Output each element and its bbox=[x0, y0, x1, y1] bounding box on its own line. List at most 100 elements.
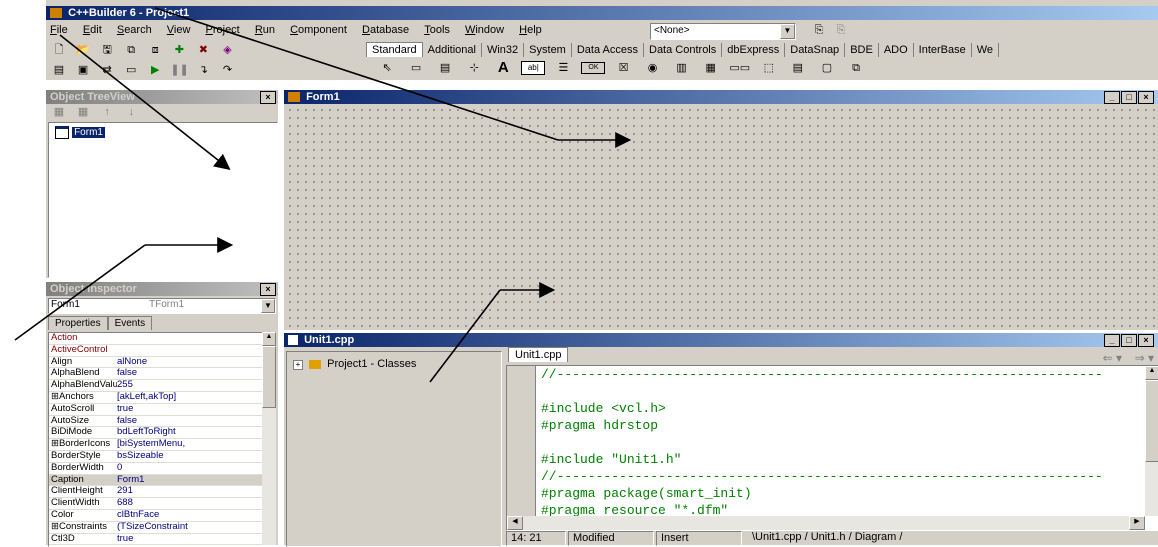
inspector-combo-dropdown-icon[interactable]: ▼ bbox=[261, 299, 275, 313]
property-value[interactable]: true bbox=[117, 534, 217, 545]
radiogroup-icon[interactable]: ▤ bbox=[787, 59, 809, 77]
property-value[interactable]: alNone bbox=[117, 357, 217, 368]
palette-tab-dbexpress[interactable]: dbExpress bbox=[722, 43, 786, 57]
help-icon[interactable]: ◈ bbox=[218, 42, 236, 58]
code-scroll-up-icon[interactable]: ▲ bbox=[1145, 366, 1158, 380]
groupbox-icon[interactable]: ⬚ bbox=[758, 59, 780, 77]
popupmenu-icon[interactable]: ▤ bbox=[434, 59, 456, 77]
property-row[interactable]: AutoSize false bbox=[49, 416, 263, 428]
tree-item-form1[interactable]: Form1 bbox=[55, 126, 277, 139]
palette-tab-additional[interactable]: Additional bbox=[423, 43, 482, 57]
property-row[interactable]: ⊞Constraints (TSizeConstraint bbox=[49, 522, 263, 534]
code-scroll-left-icon[interactable]: ◀ bbox=[507, 516, 523, 530]
property-row[interactable]: AlphaBlend false bbox=[49, 368, 263, 381]
new-icon[interactable]: 🗋 bbox=[50, 42, 68, 58]
property-row[interactable]: Action bbox=[49, 333, 263, 345]
pause-icon[interactable]: ❚❚ bbox=[170, 62, 188, 78]
view-unit-icon[interactable]: ▤ bbox=[50, 62, 68, 78]
property-value[interactable]: [akLeft,akTop] bbox=[117, 392, 217, 403]
property-value[interactable]: Form1 bbox=[117, 475, 217, 486]
property-row[interactable]: ActiveControl bbox=[49, 345, 263, 357]
code-vscrollbar[interactable]: ▲ bbox=[1145, 366, 1158, 516]
property-row[interactable]: ⊞Anchors [akLeft,akTop] bbox=[49, 392, 263, 404]
property-row[interactable]: ⊞BorderIcons [biSystemMenu, bbox=[49, 439, 263, 451]
property-value[interactable]: 255 bbox=[117, 380, 217, 391]
palette-tab-data-access[interactable]: Data Access bbox=[572, 43, 644, 57]
pointer-arrow-icon[interactable]: ⇖ bbox=[376, 59, 398, 77]
button-icon[interactable]: OK bbox=[581, 62, 606, 74]
save-all-icon[interactable]: ⧉ bbox=[122, 42, 140, 58]
save-icon[interactable]: 🖫 bbox=[98, 42, 116, 58]
property-row[interactable]: ClientWidth 688 bbox=[49, 498, 263, 510]
palette-tab-ado[interactable]: ADO bbox=[879, 43, 914, 57]
property-row[interactable]: Color clBtnFace bbox=[49, 510, 263, 522]
palette-tab-standard[interactable]: Standard bbox=[366, 42, 423, 57]
combo-dropdown-icon[interactable]: ▼ bbox=[780, 24, 795, 39]
editor-tab-unit1[interactable]: Unit1.cpp bbox=[508, 347, 569, 362]
palette-tab-web[interactable]: We bbox=[972, 43, 1000, 57]
class-tree-item[interactable]: + Project1 - Classes bbox=[293, 358, 501, 370]
menu-project[interactable]: Project bbox=[206, 24, 240, 36]
property-value[interactable]: 291 bbox=[117, 486, 217, 497]
tab-events[interactable]: Events bbox=[107, 316, 153, 330]
minimize-icon[interactable]: _ bbox=[1104, 91, 1120, 104]
edit-icon[interactable]: ab| bbox=[521, 61, 546, 75]
property-value[interactable]: false bbox=[117, 416, 217, 427]
menu-component[interactable]: Component bbox=[290, 24, 347, 36]
panel-icon[interactable]: ▢ bbox=[816, 59, 838, 77]
code-scroll-thumb[interactable] bbox=[1145, 380, 1158, 462]
scroll-thumb[interactable] bbox=[262, 346, 276, 408]
property-value[interactable]: true bbox=[117, 404, 217, 415]
tab-properties[interactable]: Properties bbox=[48, 316, 108, 330]
property-value[interactable]: [biSystemMenu, bbox=[117, 439, 217, 450]
palette-tab-bde[interactable]: BDE bbox=[845, 43, 879, 57]
palette-tab-data-controls[interactable]: Data Controls bbox=[644, 43, 723, 57]
listbox-icon[interactable]: ▥ bbox=[671, 59, 693, 77]
menu-file[interactable]: File bbox=[50, 24, 68, 36]
sync-icon[interactable]: ⎘ bbox=[810, 22, 828, 38]
property-value[interactable]: bdLeftToRight bbox=[117, 427, 217, 438]
property-value[interactable]: clBtnFace bbox=[117, 510, 217, 521]
property-row[interactable]: Ctl3D true bbox=[49, 534, 263, 546]
new-form-icon[interactable]: ▭ bbox=[122, 62, 140, 78]
toggle-form-unit-icon[interactable]: ⇄ bbox=[98, 62, 116, 78]
editor-close-icon[interactable]: × bbox=[1138, 334, 1154, 347]
step-over-icon[interactable]: ↷ bbox=[218, 62, 236, 78]
scrollbar-icon[interactable]: ▭▭ bbox=[729, 59, 751, 77]
treeview-close-icon[interactable]: × bbox=[260, 91, 276, 104]
expand-icon[interactable]: + bbox=[293, 360, 303, 370]
menu-edit[interactable]: Edit bbox=[83, 24, 102, 36]
property-row[interactable]: BiDiMode bdLeftToRight bbox=[49, 427, 263, 440]
menu-tools[interactable]: Tools bbox=[424, 24, 450, 36]
memo-icon[interactable]: ☰ bbox=[552, 59, 574, 77]
palette-tab-interbase[interactable]: InterBase bbox=[914, 43, 972, 57]
view-form-icon[interactable]: ▣ bbox=[74, 62, 92, 78]
property-row[interactable]: Caption Form1 bbox=[49, 474, 263, 487]
open-project-icon[interactable]: ⧈ bbox=[146, 42, 164, 58]
open-icon[interactable]: 📂 bbox=[74, 42, 92, 58]
mainmenu-icon[interactable]: ▭ bbox=[405, 59, 427, 77]
property-row[interactable]: BorderWidth 0 bbox=[49, 463, 263, 475]
property-row[interactable]: Align alNone bbox=[49, 357, 263, 369]
palette-tab-datasnap[interactable]: DataSnap bbox=[785, 43, 846, 57]
radiobutton-icon[interactable]: ◉ bbox=[642, 59, 664, 77]
property-value[interactable]: false bbox=[117, 368, 217, 379]
property-value[interactable]: 0 bbox=[117, 463, 217, 474]
code-hscrollbar[interactable]: ◀ ▶ bbox=[507, 516, 1145, 530]
close-icon[interactable]: × bbox=[1138, 91, 1154, 104]
run-icon[interactable]: ▶ bbox=[146, 62, 164, 78]
checkbox-icon[interactable]: ☒ bbox=[613, 59, 635, 77]
trace-into-icon[interactable]: ↴ bbox=[194, 62, 212, 78]
inspector-close-icon[interactable]: × bbox=[260, 283, 276, 296]
menu-database[interactable]: Database bbox=[362, 24, 409, 36]
maximize-icon[interactable]: □ bbox=[1121, 91, 1137, 104]
property-row[interactable]: ClientHeight 291 bbox=[49, 486, 263, 499]
property-value[interactable]: 688 bbox=[117, 498, 217, 509]
editor-minimize-icon[interactable]: _ bbox=[1104, 334, 1120, 347]
editor-file-tabs[interactable]: \Unit1.cpp / Unit1.h / Diagram / bbox=[744, 531, 902, 543]
combobox-icon[interactable]: ▦ bbox=[700, 59, 722, 77]
property-row[interactable]: AutoScroll true bbox=[49, 404, 263, 416]
config-combo[interactable]: <None> ▼ bbox=[650, 23, 796, 40]
menu-window[interactable]: Window bbox=[465, 24, 504, 36]
property-value[interactable]: (TSizeConstraint bbox=[117, 522, 217, 533]
